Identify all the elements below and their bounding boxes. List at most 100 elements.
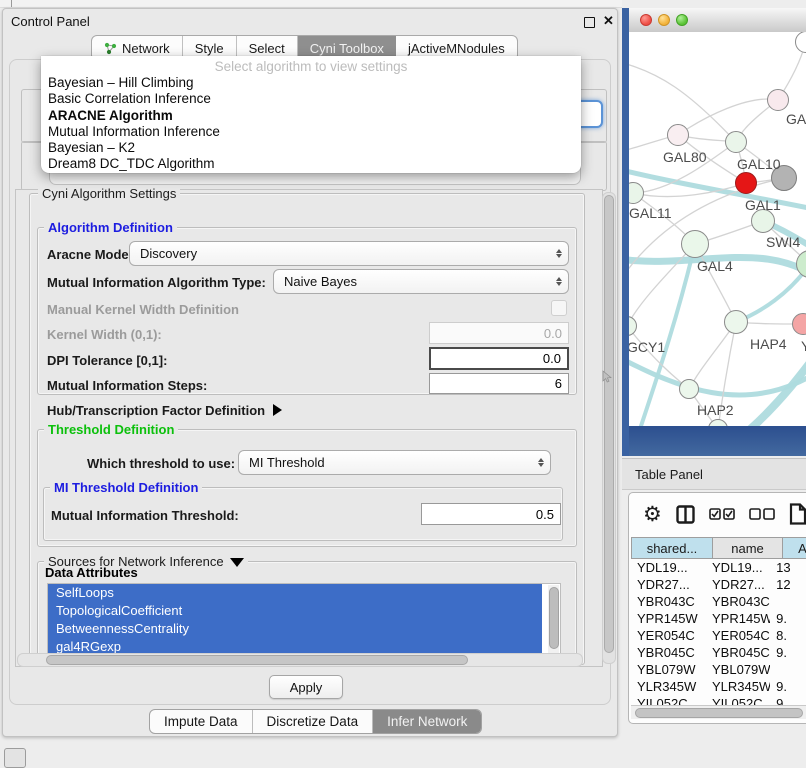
which-threshold-value: MI Threshold bbox=[239, 455, 532, 470]
cyni-bottom-tabs: Impute DataDiscretize DataInfer Network bbox=[149, 709, 482, 734]
table-cell: YBR043C bbox=[631, 593, 706, 610]
table-cell: 13 bbox=[770, 559, 806, 576]
aracne-mode-value: Discovery bbox=[130, 246, 550, 261]
deselect-all-icon[interactable] bbox=[749, 508, 775, 520]
control-panel-titlebar: Control Panel ✕ bbox=[3, 9, 617, 33]
attribute-item-topologicalcoefficient[interactable]: TopologicalCoefficient bbox=[48, 602, 542, 620]
table-row[interactable]: YLR345WYLR345W9. bbox=[631, 678, 806, 695]
table-cell: YBL079W bbox=[706, 661, 770, 678]
mi-threshold-field[interactable]: 0.5 bbox=[421, 503, 561, 525]
dpi-tolerance-field[interactable]: 0.0 bbox=[429, 347, 569, 370]
network-node[interactable] bbox=[735, 172, 757, 194]
mi-steps-field[interactable]: 6 bbox=[429, 373, 569, 394]
gear-icon[interactable]: ⚙ bbox=[643, 504, 662, 525]
table-row[interactable]: YBL079WYBL079W bbox=[631, 661, 806, 678]
table-horizontal-scrollbar[interactable] bbox=[631, 705, 806, 719]
tab-infer-network[interactable]: Infer Network bbox=[373, 710, 481, 733]
table-cell: YPR145W bbox=[706, 610, 770, 627]
kernel-width-field[interactable]: 0.0 bbox=[429, 322, 569, 344]
table-cell: YBR045C bbox=[706, 644, 770, 661]
data-attributes-label: Data Attributes bbox=[45, 565, 138, 580]
dropdown-item-bayesian-hill-climbing[interactable]: Bayesian – Hill Climbing bbox=[41, 75, 581, 91]
hub-section-toggle[interactable]: Hub/Transcription Factor Definition bbox=[47, 403, 282, 418]
table-row[interactable]: YDR27...YDR27...12 bbox=[631, 576, 806, 593]
table-cell: 9. bbox=[770, 610, 806, 627]
node-label-hap4: HAP4 bbox=[750, 336, 787, 352]
cyni-settings-legend: Cyni Algorithm Settings bbox=[38, 186, 180, 201]
dropdown-item-dream8-dc-tdc-algorithm[interactable]: Dream8 DC_TDC Algorithm bbox=[41, 156, 581, 172]
combo-arrows-icon bbox=[550, 249, 568, 258]
table-cell: 12 bbox=[770, 576, 806, 593]
dropdown-item-list: Bayesian – Hill ClimbingBasic Correlatio… bbox=[41, 75, 581, 173]
tab-label: Select bbox=[249, 41, 285, 56]
table-cell: YER054C bbox=[706, 627, 770, 644]
tab-discretize-data[interactable]: Discretize Data bbox=[253, 710, 374, 733]
network-icon bbox=[104, 42, 117, 55]
columns-icon[interactable] bbox=[676, 505, 695, 524]
tab-impute-data[interactable]: Impute Data bbox=[150, 710, 253, 733]
dropdown-item-basic-correlation-inference[interactable]: Basic Correlation Inference bbox=[41, 91, 581, 107]
float-icon[interactable] bbox=[584, 17, 595, 28]
tab-label: Network bbox=[122, 41, 170, 56]
table-row[interactable]: YDL19...YDL19...13 bbox=[631, 559, 806, 576]
algorithm-dropdown-popup: Select algorithm to view settings Bayesi… bbox=[41, 56, 581, 173]
close-icon[interactable]: ✕ bbox=[603, 13, 614, 29]
mini-button[interactable] bbox=[4, 748, 26, 768]
table-row[interactable]: YBR043CYBR043C bbox=[631, 593, 806, 610]
network-node[interactable] bbox=[679, 379, 699, 399]
table-row[interactable]: YPR145WYPR145W9. bbox=[631, 610, 806, 627]
mouse-cursor bbox=[602, 370, 612, 383]
network-canvas[interactable]: GALGAL80GAL10GAL1GAL11GAL4SWI4GCY1HAP4YH… bbox=[629, 32, 806, 426]
apply-button[interactable]: Apply bbox=[269, 675, 343, 699]
network-window-bottom-border bbox=[629, 426, 806, 456]
combo-arrows-icon bbox=[532, 458, 550, 467]
select-all-icon[interactable] bbox=[709, 508, 735, 520]
which-threshold-select[interactable]: MI Threshold bbox=[238, 450, 551, 475]
attributes-scrollbar[interactable] bbox=[548, 585, 559, 655]
network-window-titlebar[interactable] bbox=[629, 8, 806, 33]
dropdown-item-bayesian-k2[interactable]: Bayesian – K2 bbox=[41, 140, 581, 156]
manual-kernel-checkbox[interactable] bbox=[551, 300, 567, 316]
aracne-mode-select[interactable]: Discovery bbox=[129, 241, 569, 266]
network-node[interactable] bbox=[667, 124, 689, 146]
network-node[interactable] bbox=[767, 89, 789, 111]
attribute-item-betweennesscentrality[interactable]: BetweennessCentrality bbox=[48, 620, 542, 638]
tab-label: jActiveMNodules bbox=[408, 41, 505, 56]
settings-vertical-scrollbar[interactable] bbox=[602, 192, 616, 664]
column-header-name[interactable]: name bbox=[713, 537, 783, 559]
column-header-a[interactable]: A bbox=[783, 537, 806, 559]
node-label-y: Y bbox=[801, 338, 806, 354]
network-node[interactable] bbox=[725, 131, 747, 153]
table-panel-window: ⚙ shared...nameA YDL19...YDL19...13YDR27… bbox=[628, 492, 806, 724]
close-light[interactable] bbox=[640, 14, 652, 26]
network-node[interactable] bbox=[724, 310, 748, 334]
node-label-gal10: GAL10 bbox=[737, 156, 781, 172]
hub-section-label: Hub/Transcription Factor Definition bbox=[47, 403, 265, 418]
table-cell: YBR043C bbox=[706, 593, 770, 610]
dropdown-item-aracne-algorithm[interactable]: ARACNE Algorithm bbox=[41, 108, 581, 124]
mi-type-select[interactable]: Naive Bayes bbox=[273, 269, 569, 294]
table-row[interactable]: YBR045CYBR045C9. bbox=[631, 644, 806, 661]
table-cell: YBL079W bbox=[631, 661, 706, 678]
data-attributes-list: SelfLoopsTopologicalCoefficientBetweenne… bbox=[47, 583, 561, 657]
node-label-hap2: HAP2 bbox=[697, 402, 734, 418]
table-cell: YDR27... bbox=[706, 576, 770, 593]
minimize-light[interactable] bbox=[658, 14, 670, 26]
column-header-shared-[interactable]: shared... bbox=[631, 537, 713, 559]
table-header-row: shared...nameA bbox=[631, 537, 806, 559]
table-cell: YDL19... bbox=[706, 559, 770, 576]
dropdown-item-mutual-information-inference[interactable]: Mutual Information Inference bbox=[41, 124, 581, 140]
table-row[interactable]: YER054CYER054C8. bbox=[631, 627, 806, 644]
attribute-item-selfloops[interactable]: SelfLoops bbox=[48, 584, 542, 602]
settings-horizontal-scrollbar[interactable] bbox=[17, 653, 583, 667]
table-toolbar: ⚙ bbox=[629, 493, 806, 535]
page-icon[interactable] bbox=[789, 503, 806, 525]
kernel-width-label: Kernel Width (0,1): bbox=[47, 327, 162, 342]
table-cell: YLR345W bbox=[706, 678, 770, 695]
node-label-gal80: GAL80 bbox=[663, 149, 707, 165]
table-cell bbox=[770, 593, 806, 610]
table-cell: YER054C bbox=[631, 627, 706, 644]
network-node[interactable] bbox=[681, 230, 709, 258]
zoom-light[interactable] bbox=[676, 14, 688, 26]
table-cell: YPR145W bbox=[631, 610, 706, 627]
